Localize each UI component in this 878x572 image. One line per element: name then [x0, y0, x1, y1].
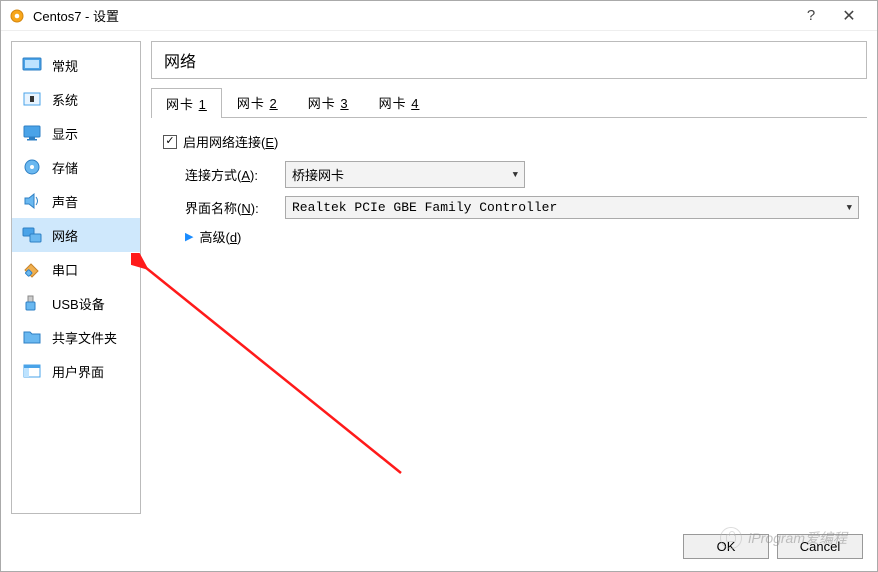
- sidebar-item-label: 显示: [52, 124, 78, 143]
- attached-to-value: 桥接网卡: [292, 165, 344, 184]
- serial-icon: [22, 260, 42, 278]
- sidebar-item-network[interactable]: 网络: [12, 218, 140, 252]
- sidebar-item-storage[interactable]: 存储: [12, 150, 140, 184]
- help-button[interactable]: ?: [793, 7, 829, 24]
- sidebar-item-shared[interactable]: 共享文件夹: [12, 320, 140, 354]
- sidebar-item-label: 声音: [52, 192, 78, 211]
- tabs: 网卡 1 网卡 2 网卡 3 网卡 4: [151, 87, 867, 118]
- tab-adapter-1[interactable]: 网卡 1: [151, 88, 222, 118]
- sidebar-item-system[interactable]: 系统: [12, 82, 140, 116]
- attached-to-label: 连接方式(A):: [185, 165, 285, 184]
- sidebar-item-label: 网络: [52, 226, 78, 245]
- network-icon: [22, 226, 42, 244]
- dialog-body: 常规 系统 显示 存储 声音 网络: [1, 31, 877, 524]
- sidebar-item-label: 常规: [52, 56, 78, 75]
- sidebar-item-serial[interactable]: 串口: [12, 252, 140, 286]
- enable-network-checkbox[interactable]: ✓ 启用网络连接(E): [163, 132, 859, 151]
- chevron-right-icon: ▶: [185, 230, 193, 243]
- attached-to-select[interactable]: 桥接网卡 ▼: [285, 161, 525, 188]
- sidebar-item-label: 用户界面: [52, 362, 104, 381]
- sidebar-item-ui[interactable]: 用户界面: [12, 354, 140, 388]
- sidebar-item-label: USB设备: [52, 294, 105, 313]
- cancel-button[interactable]: Cancel: [777, 534, 863, 559]
- display-icon: [22, 124, 42, 142]
- general-icon: [22, 56, 42, 74]
- attached-to-row: 连接方式(A): 桥接网卡 ▼: [185, 161, 859, 188]
- sidebar-item-label: 存储: [52, 158, 78, 177]
- advanced-label: 高级(d): [199, 227, 241, 246]
- sidebar-item-label: 串口: [52, 260, 78, 279]
- sidebar-item-audio[interactable]: 声音: [12, 184, 140, 218]
- sidebar-item-label: 共享文件夹: [52, 328, 117, 347]
- section-header: 网络: [151, 41, 867, 79]
- system-icon: [22, 90, 42, 108]
- checkbox-icon: ✓: [163, 135, 177, 149]
- sidebar-item-display[interactable]: 显示: [12, 116, 140, 150]
- titlebar: Centos7 - 设置 ? ✕: [1, 1, 877, 31]
- sidebar: 常规 系统 显示 存储 声音 网络: [11, 41, 141, 514]
- interface-name-value: Realtek PCIe GBE Family Controller: [292, 200, 557, 215]
- usb-icon: [22, 294, 42, 312]
- enable-network-label: 启用网络连接(E): [183, 132, 278, 151]
- interface-name-select[interactable]: Realtek PCIe GBE Family Controller ▼: [285, 196, 859, 219]
- ok-button[interactable]: OK: [683, 534, 769, 559]
- dialog-footer: OK Cancel: [1, 524, 877, 571]
- settings-window: Centos7 - 设置 ? ✕ 常规 系统 显示 存储 声音: [0, 0, 878, 572]
- sidebar-item-usb[interactable]: USB设备: [12, 286, 140, 320]
- ui-icon: [22, 362, 42, 380]
- storage-icon: [22, 158, 42, 176]
- folder-icon: [22, 328, 42, 346]
- audio-icon: [22, 192, 42, 210]
- chevron-down-icon: ▼: [513, 170, 518, 180]
- tab-adapter-2[interactable]: 网卡 2: [222, 87, 293, 117]
- close-button[interactable]: ✕: [829, 6, 869, 26]
- main-panel: 网络 网卡 1 网卡 2 网卡 3 网卡 4 ✓ 启用网络连接(E) 连接方式(…: [151, 41, 867, 514]
- sidebar-item-general[interactable]: 常规: [12, 48, 140, 82]
- advanced-expander[interactable]: ▶ 高级(d): [185, 227, 859, 246]
- window-title: Centos7 - 设置: [33, 6, 793, 25]
- tab-content: ✓ 启用网络连接(E) 连接方式(A): 桥接网卡 ▼ 界面名称(N): Rea…: [151, 118, 867, 260]
- tab-adapter-3[interactable]: 网卡 3: [293, 87, 364, 117]
- chevron-down-icon: ▼: [847, 203, 852, 213]
- tab-adapter-4[interactable]: 网卡 4: [364, 87, 435, 117]
- app-icon: [9, 8, 25, 24]
- sidebar-item-label: 系统: [52, 90, 78, 109]
- interface-name-row: 界面名称(N): Realtek PCIe GBE Family Control…: [185, 196, 859, 219]
- interface-name-label: 界面名称(N):: [185, 198, 285, 217]
